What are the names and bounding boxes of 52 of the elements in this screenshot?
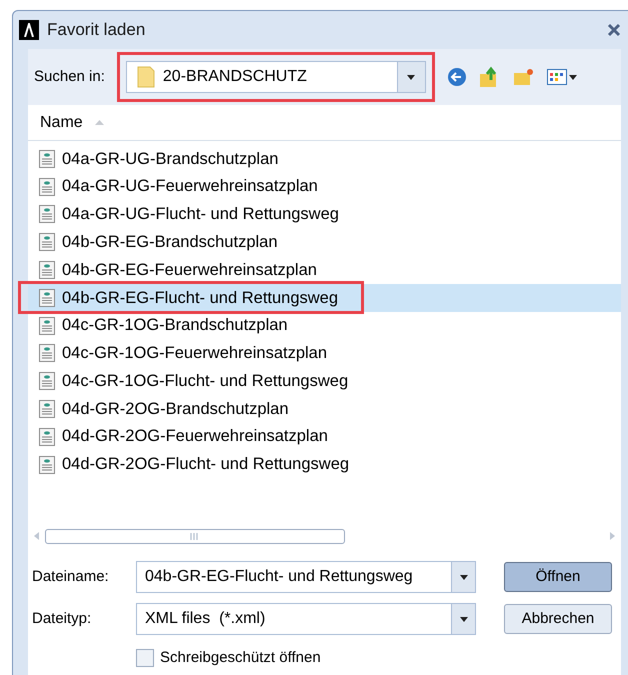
file-item[interactable]: 04c-GR-1OG-Flucht- und Rettungsweg	[28, 367, 621, 396]
view-menu-button[interactable]	[546, 69, 577, 85]
document-icon	[38, 454, 56, 475]
document-icon	[38, 371, 56, 392]
new-folder-icon[interactable]	[512, 67, 535, 87]
file-item[interactable]: 04d-GR-2OG-Brandschutzplan	[28, 395, 621, 423]
document-icon	[38, 426, 56, 447]
scroll-left-icon[interactable]	[34, 532, 39, 540]
cancel-button[interactable]: Abbrechen	[504, 604, 612, 634]
open-button[interactable]: Öffnen	[504, 562, 612, 592]
document-icon	[38, 260, 56, 280]
grip-icon	[190, 532, 200, 540]
location-dropdown[interactable]: 20-BRANDSCHUTZ	[126, 61, 426, 93]
scroll-right-icon[interactable]	[610, 532, 615, 540]
horizontal-scrollbar[interactable]	[45, 528, 345, 544]
caret-icon	[460, 616, 468, 622]
caret-icon	[460, 574, 468, 580]
filetype-dropdown[interactable]: XML files (*.xml)	[136, 603, 476, 635]
file-item[interactable]: 04a-GR-UG-Flucht- und Rettungsweg	[28, 200, 621, 228]
file-item[interactable]: 04a-GR-UG-Feuerwehreinsatzplan	[28, 172, 621, 201]
document-icon	[38, 232, 56, 252]
file-item[interactable]: 04b-GR-EG-Brandschutzplan	[28, 228, 621, 256]
file-item[interactable]: 04c-GR-1OG-Brandschutzplan	[28, 312, 621, 340]
field-label: Dateityp:	[32, 608, 92, 629]
file-item[interactable]: 04d-GR-2OG-Flucht- und Rettungsweg	[28, 450, 621, 479]
caret-icon	[407, 74, 416, 80]
file-item[interactable]: 04d-GR-2OG-Feuerwehreinsatzplan	[28, 422, 621, 451]
document-icon	[38, 204, 56, 224]
document-icon	[38, 399, 56, 420]
location-label: Suchen in:	[34, 66, 105, 87]
sort-up-icon	[94, 120, 104, 125]
filename-field[interactable]: 04b-GR-EG-Flucht- und Rettungsweg	[136, 561, 476, 593]
caret-icon	[568, 74, 577, 80]
document-icon	[38, 148, 56, 169]
checkbox-label: Schreibgeschützt öffnen	[160, 648, 321, 668]
document-icon	[38, 176, 56, 197]
file-item[interactable]: 04b-GR-EG-Feuerwehreinsatzplan	[28, 256, 621, 284]
close-icon[interactable]	[607, 23, 621, 37]
file-item[interactable]: 04b-GR-EG-Flucht- und Rettungsweg	[28, 284, 621, 312]
window-title: Favorit laden	[47, 19, 146, 42]
app-logo-icon	[19, 20, 39, 40]
document-icon	[38, 288, 56, 308]
file-item[interactable]: 04a-GR-UG-Brandschutzplan	[28, 145, 621, 173]
document-icon	[38, 316, 56, 336]
back-icon[interactable]	[446, 67, 467, 87]
document-icon	[38, 343, 56, 364]
column-header[interactable]: Name	[28, 105, 621, 141]
checkbox[interactable]	[136, 649, 154, 668]
file-item[interactable]: 04c-GR-1OG-Feuerwehreinsatzplan	[28, 340, 621, 368]
location-value: 20-BRANDSCHUTZ	[162, 67, 308, 87]
folder-icon	[136, 66, 155, 88]
field-label: Dateiname:	[32, 566, 110, 587]
